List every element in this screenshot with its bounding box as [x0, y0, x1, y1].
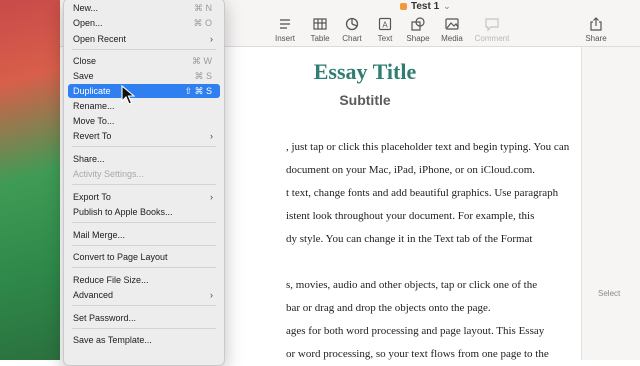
- menu-item-label: Save: [73, 71, 94, 81]
- body-line[interactable]: dy style. You can change it in the Text …: [286, 233, 533, 245]
- menu-item-label: Activity Settings...: [73, 169, 145, 179]
- menu-item-activity-settings: Activity Settings...: [68, 167, 220, 181]
- menu-item-advanced[interactable]: Advanced ›: [68, 288, 220, 302]
- comment-button[interactable]: Comment: [468, 16, 516, 43]
- menu-item-label: Set Password...: [73, 313, 137, 323]
- table-icon: [313, 18, 327, 30]
- menu-item-label: Export To: [73, 192, 111, 202]
- menu-item-export-to[interactable]: Export To ›: [68, 190, 220, 204]
- menu-separator: [72, 49, 216, 50]
- menu-item-shortcut: ⌘ S: [194, 71, 212, 81]
- essay-subtitle[interactable]: Subtitle: [200, 92, 530, 108]
- menu-item-save[interactable]: Save ⌘ S: [68, 69, 220, 83]
- menu-separator: [72, 184, 216, 185]
- menu-item-label: Open...: [73, 18, 103, 28]
- chevron-down-icon: ⌄: [443, 1, 451, 11]
- body-line[interactable]: ages for both word processing and page l…: [286, 325, 544, 337]
- mouse-pointer-icon: [121, 85, 135, 105]
- menu-item-close[interactable]: Close ⌘ W: [68, 54, 220, 68]
- body-line[interactable]: bar or drag and drop the objects onto th…: [286, 302, 491, 314]
- document-page[interactable]: Essay Title Subtitle , just tap or click…: [200, 47, 582, 360]
- body-line[interactable]: s, movies, audio and other objects, tap …: [286, 279, 537, 291]
- menu-item-label: Publish to Apple Books...: [73, 207, 173, 217]
- chevron-right-icon: ›: [210, 290, 213, 300]
- svg-text:A: A: [382, 21, 388, 30]
- menu-item-open-recent[interactable]: Open Recent ›: [68, 32, 220, 46]
- share-icon: [590, 17, 602, 31]
- chevron-right-icon: ›: [210, 131, 213, 141]
- menu-separator: [72, 267, 216, 268]
- file-menu: New... ⌘ N Open... ⌘ O Open Recent › Close ⌘…: [63, 0, 225, 366]
- body-line[interactable]: document on your Mac, iPad, iPhone, or o…: [286, 164, 535, 176]
- menu-item-share[interactable]: Share...: [68, 152, 220, 166]
- menu-item-label: Duplicate: [73, 86, 111, 96]
- menu-item-publish-apple-books[interactable]: Publish to Apple Books...: [68, 205, 220, 219]
- menu-separator: [72, 328, 216, 329]
- body-line[interactable]: , just tap or click this placeholder tex…: [286, 141, 569, 153]
- format-sidebar: Select: [581, 47, 640, 360]
- menu-item-duplicate[interactable]: Duplicate ⇧ ⌘ S: [68, 84, 220, 98]
- menu-item-label: Open Recent: [73, 34, 127, 44]
- menu-item-label: Rename...: [73, 101, 115, 111]
- menu-item-move-to[interactable]: Move To...: [68, 114, 220, 128]
- menu-item-label: Move To...: [73, 116, 115, 126]
- menu-item-label: Advanced: [73, 290, 114, 300]
- menu-item-label: New...: [73, 3, 99, 13]
- menu-item-revert-to[interactable]: Revert To ›: [68, 129, 220, 143]
- menu-separator: [72, 146, 216, 147]
- menu-item-convert-page-layout[interactable]: Convert to Page Layout: [68, 250, 220, 264]
- menu-item-shortcut: ⌘ W: [192, 56, 212, 66]
- menu-item-label: Save as Template...: [73, 335, 152, 345]
- body-line[interactable]: istent look throughout your document. Fo…: [286, 210, 534, 222]
- essay-title[interactable]: Essay Title: [200, 59, 530, 85]
- menu-item-shortcut: ⌘ O: [193, 18, 212, 28]
- menu-item-save-as-template[interactable]: Save as Template...: [68, 333, 220, 347]
- menu-item-label: Mail Merge...: [73, 230, 126, 240]
- menu-item-new[interactable]: New... ⌘ N: [68, 1, 220, 15]
- menu-item-set-password[interactable]: Set Password...: [68, 311, 220, 325]
- share-label: Share: [585, 34, 607, 43]
- share-button[interactable]: Share: [572, 16, 620, 43]
- pages-doc-icon: [400, 3, 407, 10]
- menu-separator: [72, 305, 216, 306]
- chevron-right-icon: ›: [210, 34, 213, 44]
- comment-icon: [485, 18, 499, 32]
- text-label: Text: [377, 34, 393, 43]
- menu-separator: [72, 245, 216, 246]
- menu-item-rename[interactable]: Rename...: [68, 99, 220, 113]
- chart-label: Chart: [342, 34, 362, 43]
- media-icon: [445, 18, 459, 30]
- menu-item-label: Reduce File Size...: [73, 275, 149, 285]
- body-line[interactable]: or word processing, so your text flows f…: [286, 348, 549, 360]
- insert-label: Insert: [274, 34, 295, 43]
- text-icon: A: [378, 17, 392, 31]
- document-title[interactable]: Test 1 ⌄: [400, 1, 451, 12]
- shape-label: Shape: [406, 34, 430, 43]
- media-label: Media: [441, 34, 463, 43]
- chart-icon: [345, 17, 359, 31]
- menu-item-shortcut: ⌘ N: [194, 3, 212, 13]
- menu-item-label: Revert To: [73, 131, 112, 141]
- body-line[interactable]: t text, change fonts and add beautiful g…: [286, 187, 558, 199]
- menu-item-open[interactable]: Open... ⌘ O: [68, 16, 220, 30]
- shape-icon: [411, 17, 425, 31]
- menu-item-mail-merge[interactable]: Mail Merge...: [68, 228, 220, 242]
- menu-separator: [72, 222, 216, 223]
- sidebar-hint: Select: [598, 289, 621, 298]
- table-label: Table: [310, 34, 330, 43]
- menu-item-reduce-file-size[interactable]: Reduce File Size...: [68, 273, 220, 287]
- menu-item-label: Share...: [73, 154, 105, 164]
- menu-item-shortcut: ⇧ ⌘ S: [184, 86, 212, 96]
- insert-icon: [280, 19, 290, 29]
- chevron-right-icon: ›: [210, 192, 213, 202]
- menu-item-label: Close: [73, 56, 97, 66]
- menu-item-label: Convert to Page Layout: [73, 252, 168, 262]
- comment-label: Comment: [474, 34, 510, 43]
- document-title-label: Test 1: [411, 1, 440, 12]
